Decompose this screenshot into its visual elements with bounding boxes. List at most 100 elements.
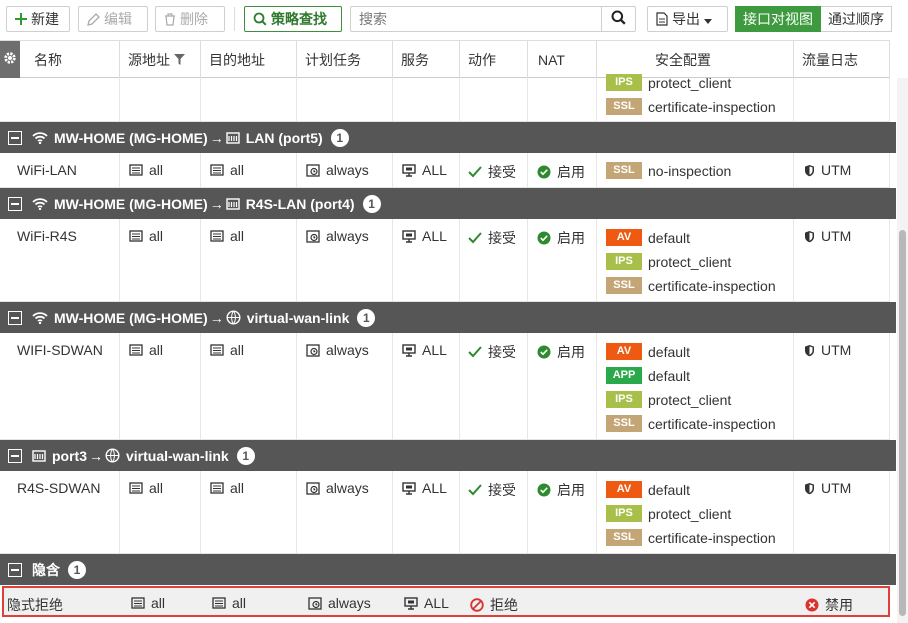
source-address[interactable]: all <box>131 595 165 611</box>
group-header-implicit[interactable]: 隐含 1 <box>0 554 896 585</box>
policy-name[interactable]: WiFi-LAN <box>17 162 77 178</box>
col-destination[interactable]: 目的地址 <box>201 41 297 78</box>
source-address[interactable]: all <box>129 228 163 244</box>
policy-name[interactable]: R4S-SDWAN <box>17 480 101 496</box>
profile-name[interactable]: certificate-inspection <box>648 99 776 115</box>
profile-name[interactable]: certificate-inspection <box>648 416 776 432</box>
col-name[interactable]: 名称 <box>20 41 120 78</box>
col-security-profiles[interactable]: 安全配置 <box>597 41 794 78</box>
service[interactable]: ALL <box>402 480 447 496</box>
policy-lookup-button[interactable]: 策略查找 <box>244 6 342 32</box>
search-submit-button[interactable] <box>601 7 635 31</box>
delete-button[interactable]: 删除 <box>155 6 225 32</box>
policy-name[interactable]: WiFi-R4S <box>17 228 77 244</box>
source-address[interactable]: all <box>129 480 163 496</box>
filter-icon[interactable] <box>174 54 185 65</box>
action[interactable]: 接受 <box>468 342 516 362</box>
policy-name[interactable]: 隐式拒绝 <box>7 595 63 615</box>
destination-address[interactable]: all <box>212 595 246 611</box>
security-profile-item: AV default <box>606 229 690 246</box>
col-service[interactable]: 服务 <box>393 41 460 78</box>
col-log[interactable]: 流量日志 <box>794 41 890 78</box>
profile-name[interactable]: protect_client <box>648 392 731 408</box>
group-header-mwhome-sdwan[interactable]: MW-HOME (MG-HOME) → virtual-wan-link 1 <box>0 302 896 333</box>
log[interactable]: UTM <box>804 162 851 178</box>
collapse-icon[interactable] <box>8 196 22 211</box>
nat[interactable]: 启用 <box>537 162 585 182</box>
source-address-label: all <box>151 595 166 611</box>
service[interactable]: ALL <box>402 228 447 244</box>
schedule-label: always <box>326 342 369 358</box>
profile-name[interactable]: default <box>648 344 690 360</box>
schedule-icon <box>306 229 320 243</box>
collapse-icon[interactable] <box>8 562 22 577</box>
collapse-icon[interactable] <box>8 448 22 463</box>
edit-button[interactable]: 编辑 <box>78 6 148 32</box>
table-row-implicit-deny[interactable]: 隐式拒绝 all all always ALL 拒绝 禁用 <box>2 586 890 617</box>
table-row-wifi-r4s[interactable]: WiFi-R4S all all always ALL 接受 启用 AV defa… <box>0 219 890 302</box>
col-action[interactable]: 动作 <box>460 41 528 78</box>
schedule[interactable]: always <box>306 480 369 496</box>
table-row-wifi-lan[interactable]: WiFi-LAN all all always ALL 接受 启用 SSL no-… <box>0 153 890 188</box>
destination-address[interactable]: all <box>210 342 244 358</box>
schedule[interactable]: always <box>306 228 369 244</box>
destination-address[interactable]: all <box>210 480 244 496</box>
plus-icon <box>15 13 27 25</box>
view-sequence-button[interactable]: 通过顺序 <box>821 6 892 32</box>
log[interactable]: UTM <box>804 228 851 244</box>
profile-name[interactable]: default <box>648 230 690 246</box>
new-button[interactable]: 新建 <box>6 6 70 32</box>
nat[interactable]: 启用 <box>537 342 585 362</box>
vertical-scrollbar[interactable] <box>897 78 908 623</box>
column-settings-button[interactable] <box>0 41 20 78</box>
destination-address[interactable]: all <box>210 228 244 244</box>
log[interactable]: 禁用 <box>805 595 853 615</box>
table-row-wifi-sdwan[interactable]: WIFI-SDWAN all all always ALL 接受 启用 AV de… <box>0 333 890 440</box>
log[interactable]: UTM <box>804 342 851 358</box>
action[interactable]: 接受 <box>468 162 516 182</box>
service[interactable]: ALL <box>402 342 447 358</box>
schedule[interactable]: always <box>306 342 369 358</box>
group-header-port3-sdwan[interactable]: port3 → virtual-wan-link 1 <box>0 440 896 471</box>
nat[interactable]: 启用 <box>537 228 585 248</box>
policy-name[interactable]: WIFI-SDWAN <box>17 342 103 358</box>
profile-name[interactable]: protect_client <box>648 254 731 270</box>
action[interactable]: 拒绝 <box>470 595 518 615</box>
nat[interactable]: 启用 <box>537 480 585 500</box>
col-source[interactable]: 源地址 <box>120 41 201 78</box>
export-dropdown[interactable]: 导出 <box>647 6 728 32</box>
profile-name[interactable]: no-inspection <box>648 163 731 179</box>
table-row-partial[interactable]: IPS protect_client SSL certificate-inspe… <box>0 74 890 122</box>
col-schedule[interactable]: 计划任务 <box>297 41 393 78</box>
profile-name[interactable]: protect_client <box>648 506 731 522</box>
service-icon <box>402 343 416 357</box>
collapse-icon[interactable] <box>8 130 22 145</box>
view-toggle: 接口对视图 通过顺序 <box>735 6 892 32</box>
profile-name[interactable]: default <box>648 368 690 384</box>
view-interface-pair-button[interactable]: 接口对视图 <box>735 6 821 32</box>
profile-name[interactable]: certificate-inspection <box>648 278 776 294</box>
service[interactable]: ALL <box>404 595 449 611</box>
destination-address[interactable]: all <box>210 162 244 178</box>
source-address[interactable]: all <box>129 342 163 358</box>
group-count-badge: 1 <box>362 194 381 213</box>
app-badge: APP <box>606 367 642 384</box>
col-nat[interactable]: NAT <box>528 41 597 78</box>
new-button-label: 新建 <box>31 11 59 27</box>
scrollbar-thumb[interactable] <box>899 230 906 616</box>
group-header-mwhome-lan[interactable]: MW-HOME (MG-HOME) → LAN (port5) 1 <box>0 122 896 153</box>
collapse-icon[interactable] <box>8 310 22 325</box>
profile-name[interactable]: protect_client <box>648 75 731 91</box>
action[interactable]: 接受 <box>468 480 516 500</box>
schedule[interactable]: always <box>308 595 371 611</box>
profile-name[interactable]: default <box>648 482 690 498</box>
schedule[interactable]: always <box>306 162 369 178</box>
log[interactable]: UTM <box>804 480 851 496</box>
table-row-r4s-sdwan[interactable]: R4S-SDWAN all all always ALL 接受 启用 AV def… <box>0 471 890 554</box>
group-header-mwhome-r4slan[interactable]: MW-HOME (MG-HOME) → R4S-LAN (port4) 1 <box>0 188 896 219</box>
source-address[interactable]: all <box>129 162 163 178</box>
service[interactable]: ALL <box>402 162 447 178</box>
action[interactable]: 接受 <box>468 228 516 248</box>
search-input[interactable] <box>351 7 599 31</box>
profile-name[interactable]: certificate-inspection <box>648 530 776 546</box>
